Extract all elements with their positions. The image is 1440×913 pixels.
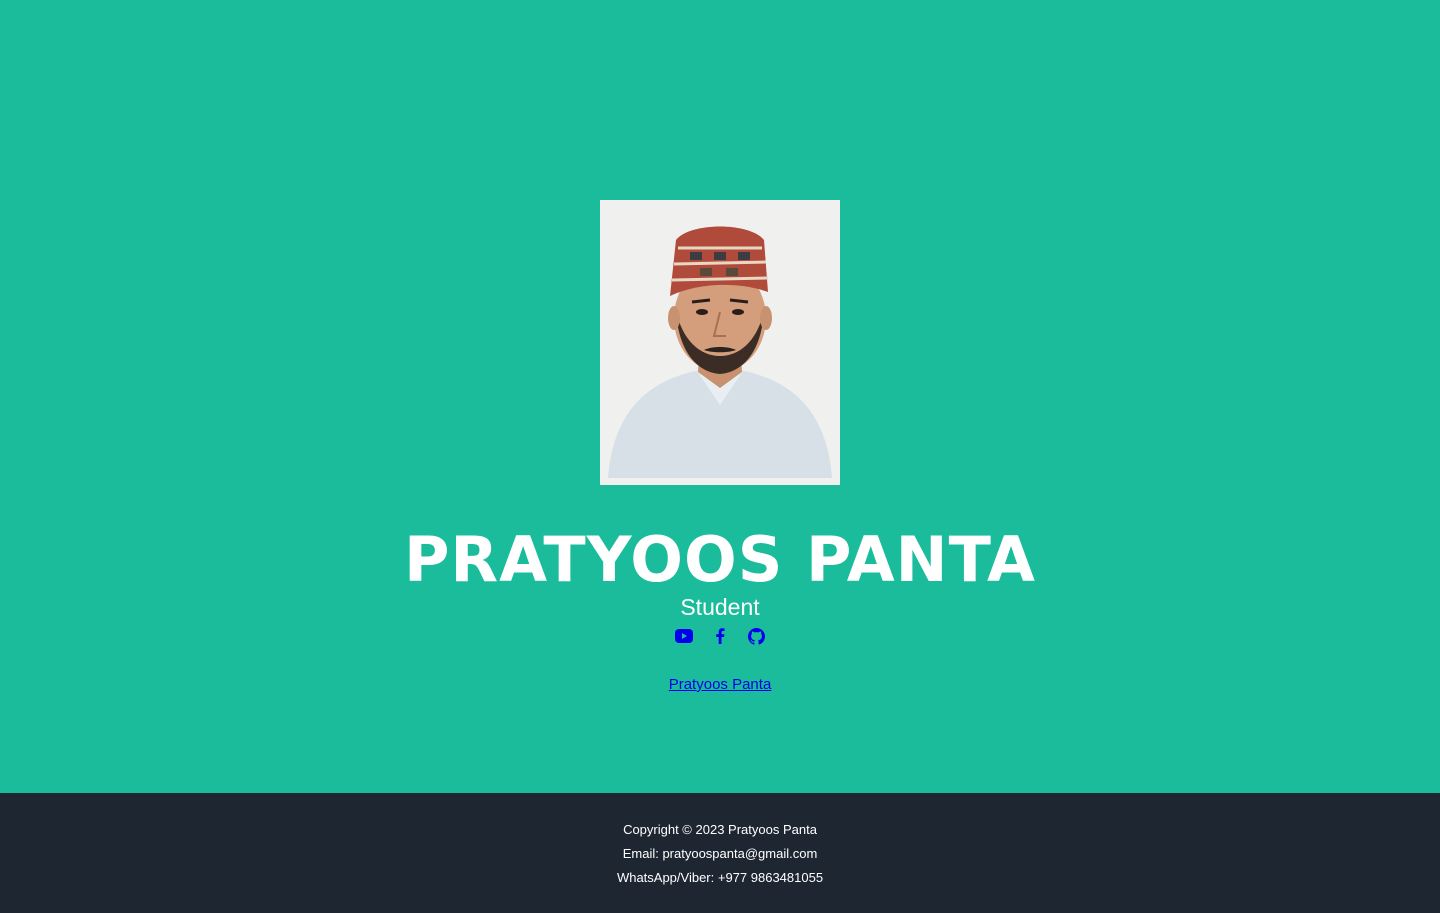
facebook-icon — [716, 628, 725, 644]
profile-link-container: Pratyoos Panta — [0, 674, 1440, 696]
profile-link[interactable]: Pratyoos Panta — [669, 676, 772, 693]
subtitle-role: Student — [680, 594, 760, 620]
profile-photo — [600, 200, 840, 485]
hero-section: PRATYOOS PANTA Student Pratyoos Panta — [0, 0, 1440, 793]
github-icon — [747, 627, 765, 645]
youtube-icon — [675, 629, 693, 643]
page-title: PRATYOOS PANTA — [403, 523, 1037, 596]
footer-email: Email: pratyoospanta@gmail.com — [622, 846, 818, 861]
social-links — [0, 626, 1440, 646]
github-link[interactable] — [747, 626, 765, 646]
facebook-link[interactable] — [711, 626, 729, 646]
footer-copyright: Copyright © 2023 Pratyoos Panta — [623, 822, 817, 837]
footer: Copyright © 2023 Pratyoos Panta Email: p… — [0, 793, 1440, 913]
youtube-link[interactable] — [675, 626, 693, 646]
profile-photo-image — [600, 200, 840, 485]
footer-phone: WhatsApp/Viber: +977 9863481055 — [616, 870, 824, 885]
